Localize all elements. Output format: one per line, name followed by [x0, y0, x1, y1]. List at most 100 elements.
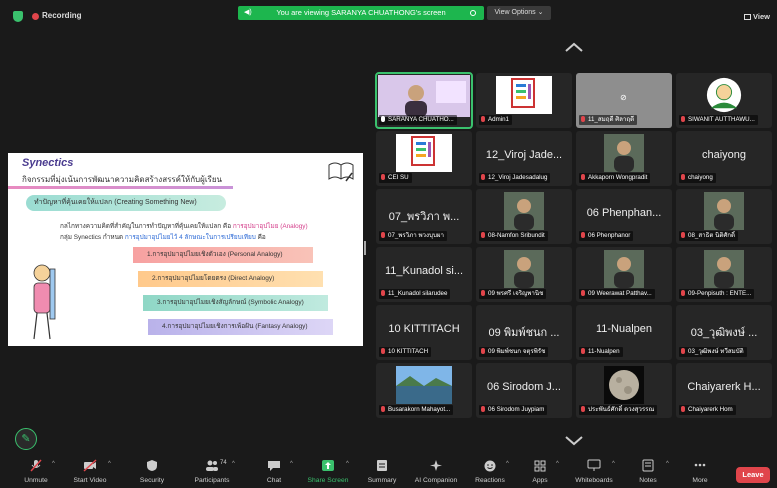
mic-muted-icon — [381, 406, 385, 412]
chat-label: Chat — [266, 477, 282, 484]
participant-tile[interactable]: 03_วุฒิพงษ์ ... 03_วุฒิพงษ์ ทวีสมบัติ — [676, 305, 772, 360]
participant-tile[interactable]: ประพันธ์ศักดิ์ ดวงสุวรรณ — [576, 363, 672, 418]
participant-name-label: 10 KITTITACH — [379, 347, 432, 357]
share-screen-label: Share Screen — [307, 477, 349, 484]
annotate-pen-button[interactable]: ✎ — [15, 428, 37, 450]
leave-button[interactable]: Leave — [736, 467, 770, 483]
view-button[interactable]: View — [744, 12, 770, 21]
participant-tile[interactable]: 07_พรวิภา พ... 07_พรวิภา พวงบุบผา — [376, 189, 472, 244]
more-dots-icon — [694, 463, 706, 467]
participant-tile[interactable]: SIWANIT AUTTHAWU... — [676, 73, 772, 128]
participant-tile[interactable]: chaiyong chaiyong — [676, 131, 772, 186]
caret-up-icon[interactable]: ^ — [108, 461, 111, 467]
top-bar: Recording ◀) You are viewing SARANYA CHU… — [0, 0, 777, 30]
slide-highlight: การอุปมาอุปไมย (Analogy) — [232, 223, 308, 230]
apps-button[interactable]: ^ Apps — [512, 455, 568, 488]
more-button[interactable]: More — [672, 455, 728, 488]
summary-button[interactable]: Summary — [354, 455, 410, 488]
participant-tile[interactable]: 08-Namfon Sribundit — [476, 189, 572, 244]
mic-muted-icon — [581, 290, 585, 296]
caret-up-icon[interactable]: ^ — [556, 461, 559, 467]
participant-tile[interactable]: Akkaporn Wongpradit — [576, 131, 672, 186]
caret-up-icon[interactable]: ^ — [612, 461, 615, 467]
shield-icon[interactable] — [13, 11, 23, 22]
participant-name-label: 06 Phenphanor — [579, 231, 634, 241]
more-label: More — [692, 477, 708, 484]
banner-text: You are viewing SARANYA CHUATHONG's scre… — [276, 8, 446, 17]
participant-display-name: 06 Sirodom J... — [487, 381, 561, 393]
mic-muted-icon — [381, 232, 385, 238]
participant-name: 11-Nualpen — [588, 348, 620, 355]
view-options-label: View Options — [494, 9, 536, 16]
slide-highlight: การอุปมาอุปไมยไว้ 4 ลักษณะในการเปรียบเที… — [124, 234, 256, 241]
participants-button[interactable]: 74 ^ Participants — [184, 455, 240, 488]
notes-button[interactable]: ^ Notes — [620, 455, 676, 488]
participant-tile[interactable]: 11_Kunadol si... 11_Kunadol silarudee — [376, 247, 472, 302]
participant-name-label: 03_วุฒิพงษ์ ทวีสมบัติ — [679, 347, 747, 357]
participant-tile[interactable]: SARANYA CHUATHO... — [375, 72, 473, 129]
zoom-window: Recording ◀) You are viewing SARANYA CHU… — [0, 0, 777, 488]
participant-name-label: 11-Nualpen — [579, 347, 623, 357]
caret-up-icon[interactable]: ^ — [666, 461, 669, 467]
mic-muted-icon — [681, 348, 685, 354]
caret-up-icon[interactable]: ^ — [232, 461, 235, 467]
mic-muted-icon — [581, 406, 585, 412]
participant-tile[interactable]: 09 Weerawat Patthav... — [576, 247, 672, 302]
ai-companion-button[interactable]: AI Companion — [408, 455, 464, 488]
participant-name: 11_สมฤดี ศิลาฤดี — [588, 116, 635, 123]
chat-button[interactable]: ^ Chat — [246, 455, 302, 488]
gallery-scroll-down-icon[interactable] — [565, 436, 583, 446]
caret-up-icon[interactable]: ^ — [346, 461, 349, 467]
participant-name: Admin1 — [488, 116, 509, 123]
whiteboards-button[interactable]: ^ Whiteboards — [566, 455, 622, 488]
participant-name-label: 06 Sirodom Juypiam — [479, 405, 548, 415]
participant-tile[interactable]: ⊘ 11_สมฤดี ศิลาฤดี — [576, 73, 672, 128]
mic-muted-icon — [481, 348, 485, 354]
participant-name: 12_Viroj Jadesadalug — [488, 174, 548, 181]
participant-tile[interactable]: 09-Penpisuth : ENTE... — [676, 247, 772, 302]
participant-name-label: 09 พิมพ์ชนก จตุรพิรัช — [479, 347, 549, 357]
participant-display-name: 09 พิมพ์ชนก ... — [488, 327, 560, 339]
participant-name-label: SIWANIT AUTTHAWU... — [679, 115, 758, 125]
start-video-button[interactable]: ^ Start Video — [62, 455, 118, 488]
participant-tile[interactable]: Busarakorn Mahayot... — [376, 363, 472, 418]
reactions-button[interactable]: ^ Reactions — [462, 455, 518, 488]
participant-tile[interactable]: Admin1 — [476, 73, 572, 128]
participant-tile[interactable]: 09 พรศรี เจริญพานิช — [476, 247, 572, 302]
participant-name: Akkaporn Wongpradit — [588, 174, 648, 181]
participant-tile[interactable]: 08_สาธิต นิติศักดิ์ — [676, 189, 772, 244]
caret-up-icon[interactable]: ^ — [290, 461, 293, 467]
participant-display-name: 07_พรวิภา พ... — [388, 211, 460, 223]
slide-text: คือ — [257, 234, 266, 241]
participant-display-name: 11_Kunadol si... — [384, 265, 464, 277]
participant-tile[interactable]: 12_Viroj Jade... 12_Viroj Jadesadalug — [476, 131, 572, 186]
participant-name: CEI SU — [388, 174, 409, 181]
chat-icon — [268, 461, 280, 471]
participant-name: 11_Kunadol silarudee — [388, 290, 448, 297]
participant-tile[interactable]: CEI SU — [376, 131, 472, 186]
speaker-icon[interactable]: ◀) — [244, 6, 252, 20]
camera-off-icon: ⊘ — [620, 93, 627, 102]
participant-tile[interactable]: 06 Sirodom J... 06 Sirodom Juypiam — [476, 363, 572, 418]
participant-tile[interactable]: 11-Nualpen 11-Nualpen — [576, 305, 672, 360]
caret-up-icon[interactable]: ^ — [52, 461, 55, 467]
avatar-cartoon — [706, 77, 742, 113]
security-button[interactable]: Security — [124, 455, 180, 488]
unmute-button[interactable]: ^ Unmute — [8, 455, 64, 488]
participant-tile[interactable]: 06 Phenphan... 06 Phenphanor — [576, 189, 672, 244]
view-options-button[interactable]: View Options ⌄ — [487, 6, 551, 20]
splitter-handle[interactable] — [364, 241, 366, 255]
notes-label: Notes — [639, 477, 657, 484]
gallery-scroll-up-icon[interactable] — [565, 42, 583, 52]
participant-tile[interactable]: Chaiyarerk H... Chaiyarerk Hom — [676, 363, 772, 418]
participant-name: 08-Namfon Sribundit — [488, 232, 545, 239]
participant-name-label: Admin1 — [479, 115, 512, 125]
recording-label[interactable]: Recording — [42, 11, 82, 20]
caret-up-icon[interactable]: ^ — [506, 461, 509, 467]
participant-tile[interactable]: 09 พิมพ์ชนก ... 09 พิมพ์ชนก จตุรพิรัช — [476, 305, 572, 360]
share-screen-button[interactable]: ^ Share Screen — [300, 455, 356, 488]
participant-tile[interactable]: 10 KITTITACH 10 KITTITACH — [376, 305, 472, 360]
participant-name: 07_พรวิภา พวงบุบผา — [388, 232, 445, 239]
share-screen-icon — [322, 460, 334, 471]
moon-photo — [604, 366, 644, 404]
